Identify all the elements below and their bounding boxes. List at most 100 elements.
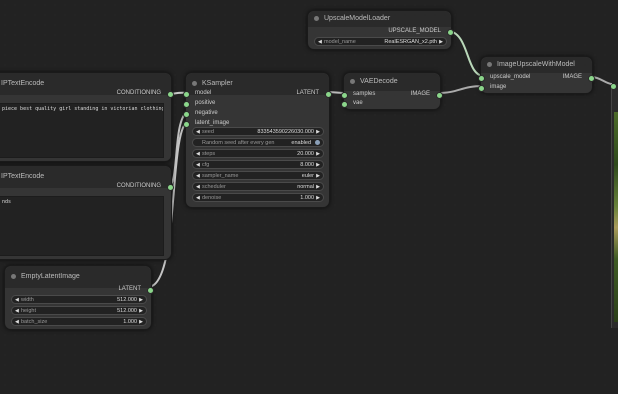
clip-text-encode-node-bottom[interactable]: IPTextEncode CONDITIONING nds — [0, 165, 174, 260]
output-upscale-model-pin[interactable] — [447, 29, 454, 36]
output-latent-label: LATENT — [296, 90, 319, 96]
steps-widget[interactable]: ◀ steps 20.000 ▶ — [192, 149, 324, 158]
prompt-textarea[interactable]: piece best quality girl standing in vict… — [0, 103, 164, 158]
decrement-arrow-icon[interactable]: ◀ — [196, 172, 200, 181]
output-latent-label: LATENT — [118, 286, 141, 292]
decrement-arrow-icon[interactable]: ◀ — [196, 161, 200, 170]
output-latent-pin[interactable] — [325, 91, 332, 98]
batch-size-widget[interactable]: ◀ batch_size 1.000 ▶ — [11, 317, 147, 326]
image-upscale-with-model-node[interactable]: ImageUpscaleWithModel upscale_model imag… — [478, 56, 595, 94]
collapse-dot-icon[interactable] — [487, 62, 492, 67]
input-samples-pin[interactable] — [341, 92, 348, 99]
increment-arrow-icon[interactable]: ▶ — [139, 307, 143, 316]
widget-label: seed — [202, 129, 214, 135]
node-title: IPTextEncode — [1, 173, 45, 180]
output-conditioning-pin[interactable] — [167, 91, 174, 98]
increment-arrow-icon[interactable]: ▶ — [316, 128, 320, 137]
output-image-pin[interactable] — [436, 92, 443, 99]
widget-value: RealESRGAN_x2.pth — [384, 39, 437, 45]
widget-value: normal — [297, 184, 314, 190]
input-upscale-model-pin[interactable] — [478, 75, 485, 82]
random-seed-toggle[interactable]: Random seed after every gen enabled — [192, 138, 324, 147]
denoise-widget[interactable]: ◀ denoise 1.000 ▶ — [192, 193, 324, 202]
toggle-indicator-icon[interactable] — [315, 140, 320, 145]
decrement-arrow-icon[interactable]: ◀ — [15, 318, 19, 327]
cfg-widget[interactable]: ◀ cfg 8.000 ▶ — [192, 160, 324, 169]
node-title: UpscaleModelLoader — [324, 15, 391, 22]
empty-latent-image-node[interactable]: EmptyLatentImage LATENT ◀ width 512.000 … — [4, 265, 154, 330]
seed-widget[interactable]: ◀ seed 833543590226030.000 ▶ — [192, 127, 324, 136]
node-title-bar[interactable]: EmptyLatentImage — [5, 266, 151, 288]
input-vae-pin[interactable] — [341, 101, 348, 108]
output-latent-pin[interactable] — [147, 287, 154, 294]
input-model-pin[interactable] — [183, 91, 190, 98]
input-negative-label: negative — [195, 110, 218, 116]
input-latent-image-pin[interactable] — [183, 121, 190, 128]
widget-label: Random seed after every gen — [202, 140, 275, 146]
input-image-pin[interactable] — [611, 84, 616, 89]
collapse-dot-icon[interactable] — [314, 16, 319, 21]
prompt-textarea[interactable]: nds — [0, 196, 164, 256]
ksampler-node[interactable]: KSampler model positive negative latent_… — [183, 72, 332, 208]
widget-value: 8.000 — [300, 162, 314, 168]
widget-label: height — [21, 308, 36, 314]
widget-label: scheduler — [202, 184, 226, 190]
node-title-bar[interactable]: UpscaleModelLoader — [308, 11, 451, 27]
input-positive-pin[interactable] — [183, 101, 190, 108]
node-title-bar[interactable]: VAEDecode — [344, 73, 440, 91]
widget-label: sampler_name — [202, 173, 239, 179]
node-title-bar[interactable]: ImageUpscaleWithModel — [481, 57, 592, 73]
collapse-dot-icon[interactable] — [192, 81, 197, 86]
widget-value: 20.000 — [297, 151, 314, 157]
node-title: VAEDecode — [360, 78, 398, 85]
increment-arrow-icon[interactable]: ▶ — [439, 38, 443, 47]
input-vae-label: vae — [353, 100, 363, 106]
widget-label: model_name — [324, 39, 356, 45]
widget-value: 512.000 — [117, 297, 137, 303]
preview-image — [614, 112, 618, 322]
widget-value: euler — [301, 173, 314, 179]
input-model-label: model — [195, 90, 212, 96]
widget-label: cfg — [202, 162, 210, 168]
image-preview-node[interactable] — [611, 84, 618, 328]
input-positive-label: positive — [195, 100, 216, 106]
height-widget[interactable]: ◀ height 512.000 ▶ — [11, 306, 147, 315]
widget-label: steps — [202, 151, 216, 157]
decrement-arrow-icon[interactable]: ◀ — [196, 194, 200, 203]
decrement-arrow-icon[interactable]: ◀ — [318, 38, 322, 47]
increment-arrow-icon[interactable]: ▶ — [316, 194, 320, 203]
width-widget[interactable]: ◀ width 512.000 ▶ — [11, 295, 147, 304]
output-image-label: IMAGE — [410, 91, 430, 97]
increment-arrow-icon[interactable]: ▶ — [316, 172, 320, 181]
increment-arrow-icon[interactable]: ▶ — [316, 183, 320, 192]
scheduler-widget[interactable]: ◀ scheduler normal ▶ — [192, 182, 324, 191]
output-conditioning-label: CONDITIONING — [116, 90, 161, 96]
node-title: KSampler — [202, 80, 233, 87]
input-samples-label: samples — [353, 91, 376, 97]
decrement-arrow-icon[interactable]: ◀ — [196, 183, 200, 192]
increment-arrow-icon[interactable]: ▶ — [139, 318, 143, 327]
clip-text-encode-node-top[interactable]: IPTextEncode CONDITIONING piece best qua… — [0, 72, 174, 162]
model-name-widget[interactable]: ◀ model_name RealESRGAN_x2.pth ▶ — [314, 37, 447, 46]
vae-decode-node[interactable]: VAEDecode samples vae IMAGE — [341, 72, 443, 110]
node-title: IPTextEncode — [1, 80, 45, 87]
decrement-arrow-icon[interactable]: ◀ — [15, 296, 19, 305]
collapse-dot-icon[interactable] — [350, 79, 355, 84]
decrement-arrow-icon[interactable]: ◀ — [196, 128, 200, 137]
input-upscale-model-label: upscale_model — [490, 74, 531, 80]
input-negative-pin[interactable] — [183, 111, 190, 118]
output-conditioning-pin[interactable] — [167, 184, 174, 191]
widget-value: enabled — [291, 140, 311, 146]
sampler-name-widget[interactable]: ◀ sampler_name euler ▶ — [192, 171, 324, 180]
increment-arrow-icon[interactable]: ▶ — [139, 296, 143, 305]
decrement-arrow-icon[interactable]: ◀ — [196, 150, 200, 159]
input-latent-image-label: latent_image — [195, 120, 230, 126]
increment-arrow-icon[interactable]: ▶ — [316, 150, 320, 159]
widget-value: 1.000 — [123, 319, 137, 325]
increment-arrow-icon[interactable]: ▶ — [316, 161, 320, 170]
output-image-pin[interactable] — [588, 75, 595, 82]
upscale-model-loader-node[interactable]: UpscaleModelLoader UPSCALE_MODEL ◀ model… — [307, 10, 454, 50]
decrement-arrow-icon[interactable]: ◀ — [15, 307, 19, 316]
collapse-dot-icon[interactable] — [11, 274, 16, 279]
input-image-pin[interactable] — [478, 85, 485, 92]
